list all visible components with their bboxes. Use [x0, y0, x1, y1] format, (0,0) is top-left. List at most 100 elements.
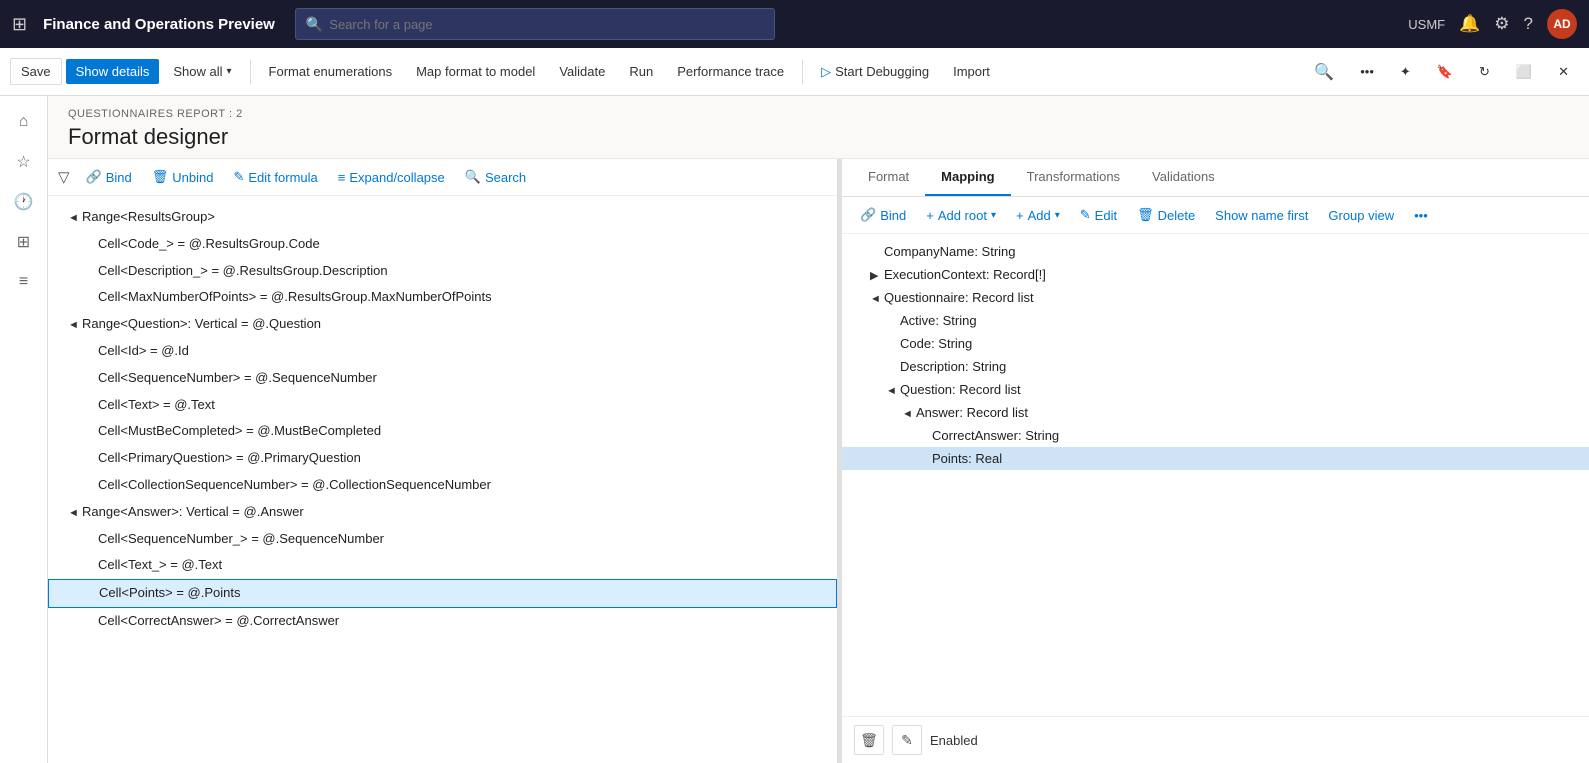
tree-item[interactable]: Cell<SequenceNumber_> = @.SequenceNumber [48, 526, 837, 553]
tab-transformations[interactable]: Transformations [1011, 159, 1136, 196]
right-more-button[interactable]: ••• [1406, 204, 1436, 227]
toolbar-right-icons: 🔍 ••• ✦ 🔖 ↻ ⬜ ✕ [1304, 57, 1579, 87]
sidebar-list-icon[interactable]: ≡ [6, 264, 42, 300]
footer-delete-button[interactable]: 🗑 [854, 725, 884, 755]
format-enumerations-button[interactable]: Format enumerations [259, 59, 403, 84]
group-view-button[interactable]: Group view [1320, 204, 1402, 227]
map-format-button[interactable]: Map format to model [406, 59, 545, 84]
bind-button-right[interactable]: 🔗 Bind [852, 203, 914, 227]
delete-icon: 🗑 [1137, 207, 1154, 223]
unbind-button[interactable]: 🗑 Unbind [144, 165, 222, 189]
right-tree-item[interactable]: CompanyName: String [842, 240, 1589, 263]
tree-item[interactable]: Cell<Description_> = @.ResultsGroup.Desc… [48, 258, 837, 285]
search-input[interactable] [329, 17, 764, 32]
toolbar-expand-icon[interactable]: ⬜ [1506, 57, 1542, 87]
right-tree-item[interactable]: Code: String [842, 332, 1589, 355]
start-debugging-button[interactable]: ▷ Start Debugging [811, 59, 939, 85]
tree-item[interactable]: ◄Range<ResultsGroup> [48, 204, 837, 231]
show-all-button[interactable]: Show all ▾ [163, 59, 241, 84]
sidebar-star-icon[interactable]: ☆ [6, 144, 42, 180]
right-panel-footer: 🗑 ✎ Enabled [842, 716, 1589, 763]
edit-formula-button[interactable]: ✎ Edit formula [225, 165, 325, 189]
tab-validations[interactable]: Validations [1136, 159, 1231, 196]
toolbar-more-icon[interactable]: ••• [1350, 57, 1384, 87]
tree-item[interactable]: Cell<Code_> = @.ResultsGroup.Code [48, 231, 837, 258]
right-toolbar: 🔗 Bind + Add root ▾ + Add ▾ ✎ [842, 197, 1589, 234]
tree-item[interactable]: Cell<MaxNumberOfPoints> = @.ResultsGroup… [48, 284, 837, 311]
app-title: Finance and Operations Preview [43, 16, 275, 33]
top-navbar: ⊞ Finance and Operations Preview 🔍 USMF … [0, 0, 1589, 48]
waffle-icon[interactable]: ⊞ [12, 14, 27, 35]
left-panel: ▽ 🔗 Bind 🗑 Unbind ✎ Edit formula ≡ [48, 159, 838, 763]
tab-format[interactable]: Format [852, 159, 925, 196]
usmf-label: USMF [1408, 17, 1445, 32]
search-left-icon: 🔍 [465, 169, 481, 185]
import-button[interactable]: Import [943, 59, 1000, 84]
bind-button-left[interactable]: 🔗 Bind [78, 165, 140, 189]
bind-right-icon: 🔗 [860, 207, 876, 223]
right-tree-item[interactable]: ▶ ExecutionContext: Record[!] [842, 263, 1589, 286]
tree-item[interactable]: Cell<Points> = @.Points [48, 579, 837, 608]
main-toolbar: Save Show details Show all ▾ Format enum… [0, 48, 1589, 96]
add-root-button[interactable]: + Add root ▾ [918, 204, 1004, 227]
content-area: QUESTIONNAIRES REPORT : 2 Format designe… [48, 96, 1589, 763]
toolbar-refresh-icon[interactable]: ↻ [1469, 57, 1500, 87]
toolbar-bookmark-icon[interactable]: 🔖 [1427, 57, 1463, 87]
tree-item[interactable]: Cell<PrimaryQuestion> = @.PrimaryQuestio… [48, 445, 837, 472]
debug-icon: ▷ [821, 64, 831, 80]
add-button-right[interactable]: + Add ▾ [1008, 204, 1068, 227]
tree-item[interactable]: Cell<SequenceNumber> = @.SequenceNumber [48, 365, 837, 392]
tree-item[interactable]: Cell<Text_> = @.Text [48, 552, 837, 579]
tree-item[interactable]: Cell<Text> = @.Text [48, 392, 837, 419]
footer-edit-button[interactable]: ✎ [892, 725, 922, 755]
user-avatar[interactable]: AD [1547, 9, 1577, 39]
help-icon[interactable]: ? [1524, 14, 1533, 34]
search-icon: 🔍 [306, 16, 323, 33]
right-tree-item[interactable]: Points: Real [842, 447, 1589, 470]
run-button[interactable]: Run [619, 59, 663, 84]
tree-item[interactable]: Cell<CollectionSequenceNumber> = @.Colle… [48, 472, 837, 499]
right-tree-item[interactable]: CorrectAnswer: String [842, 424, 1589, 447]
save-button[interactable]: Save [10, 58, 62, 85]
settings-icon[interactable]: ⚙ [1494, 14, 1509, 34]
right-tree-item[interactable]: ◄ Questionnaire: Record list [842, 286, 1589, 309]
delete-button-right[interactable]: 🗑 Delete [1129, 203, 1203, 227]
expand-icon: ≡ [338, 170, 346, 185]
search-button-left[interactable]: 🔍 Search [457, 165, 534, 189]
toolbar-search-icon[interactable]: 🔍 [1304, 57, 1344, 87]
edit-button-right[interactable]: ✎ Edit [1072, 203, 1125, 227]
global-search-bar[interactable]: 🔍 [295, 8, 775, 40]
tree-item[interactable]: Cell<Id> = @.Id [48, 338, 837, 365]
footer-status: Enabled [930, 733, 978, 748]
notification-icon[interactable]: 🔔 [1459, 14, 1480, 34]
tree-item[interactable]: Cell<CorrectAnswer> = @.CorrectAnswer [48, 608, 837, 635]
sidebar-home-icon[interactable]: ⌂ [6, 104, 42, 140]
toolbar-sep-2 [802, 60, 803, 84]
tree-item[interactable]: Cell<MustBeCompleted> = @.MustBeComplete… [48, 418, 837, 445]
right-tree-item[interactable]: ◄ Question: Record list [842, 378, 1589, 401]
right-tree-item[interactable]: Active: String [842, 309, 1589, 332]
left-tree: ◄Range<ResultsGroup>Cell<Code_> = @.Resu… [48, 196, 837, 763]
right-panel: FormatMappingTransformationsValidations … [842, 159, 1589, 763]
expand-collapse-button[interactable]: ≡ Expand/collapse [330, 166, 453, 189]
add-right-icon: + [1016, 208, 1024, 223]
show-details-button[interactable]: Show details [66, 59, 160, 84]
left-panel-toolbar: ▽ 🔗 Bind 🗑 Unbind ✎ Edit formula ≡ [48, 159, 837, 196]
toolbar-close-icon[interactable]: ✕ [1548, 57, 1579, 87]
sidebar-modules-icon[interactable]: ⊞ [6, 224, 42, 260]
page-title: Format designer [68, 124, 1569, 150]
right-tree-item[interactable]: ◄ Answer: Record list [842, 401, 1589, 424]
add-root-chevron: ▾ [991, 210, 996, 221]
tree-item[interactable]: ◄Range<Question>: Vertical = @.Question [48, 311, 837, 338]
validate-button[interactable]: Validate [549, 59, 615, 84]
performance-trace-button[interactable]: Performance trace [667, 59, 794, 84]
tab-mapping[interactable]: Mapping [925, 159, 1010, 196]
sidebar-recent-icon[interactable]: 🕐 [6, 184, 42, 220]
tree-item[interactable]: ◄Range<Answer>: Vertical = @.Answer [48, 499, 837, 526]
show-name-first-button[interactable]: Show name first [1207, 204, 1316, 227]
unbind-icon: 🗑 [152, 169, 169, 185]
tab-bar: FormatMappingTransformationsValidations [842, 159, 1589, 197]
filter-icon[interactable]: ▽ [58, 168, 70, 186]
right-tree-item[interactable]: Description: String [842, 355, 1589, 378]
toolbar-puzzle-icon[interactable]: ✦ [1390, 57, 1421, 87]
